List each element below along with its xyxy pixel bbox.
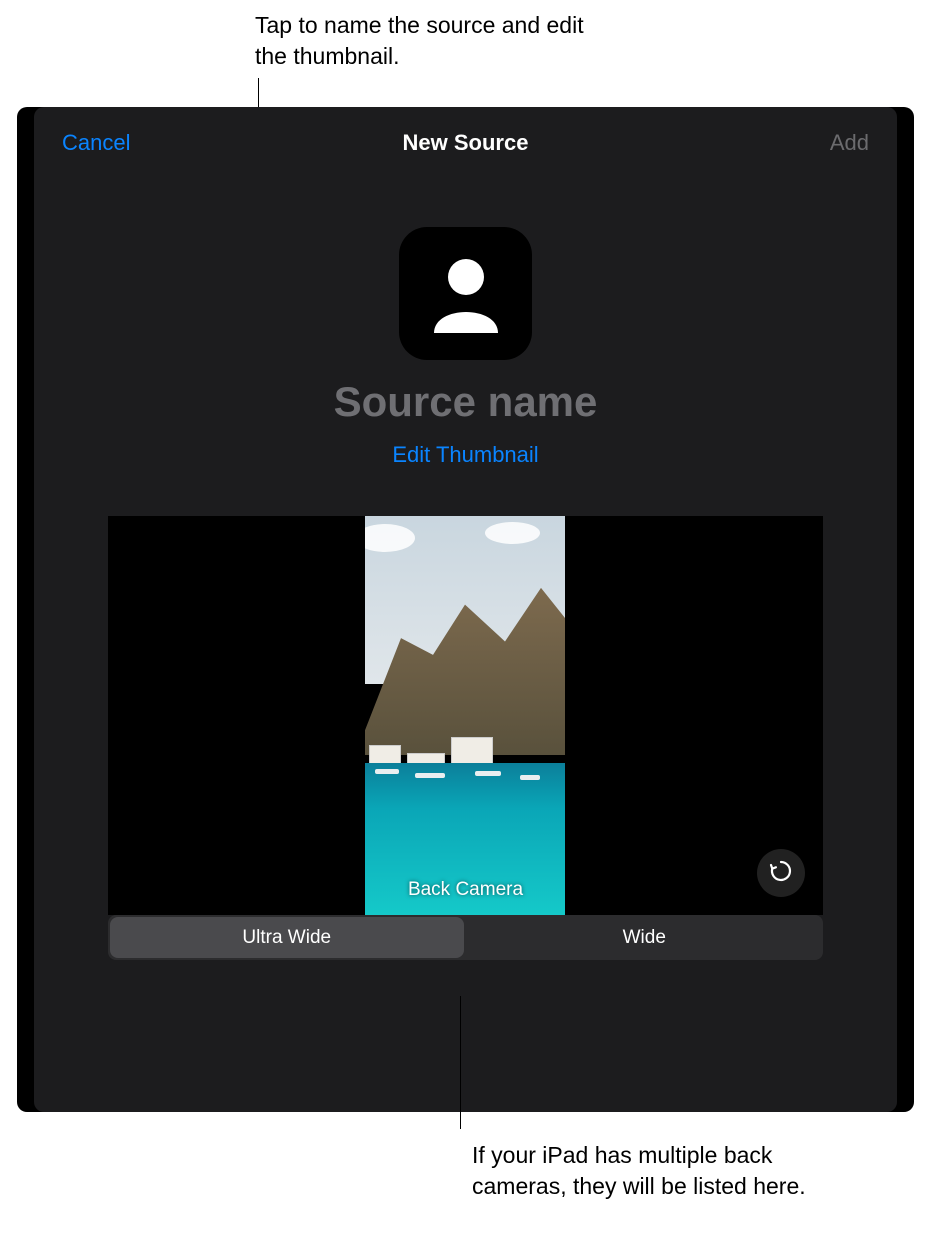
person-icon [430, 255, 502, 333]
edit-thumbnail-button[interactable]: Edit Thumbnail [34, 442, 897, 468]
source-name-field[interactable]: Source name [34, 378, 897, 426]
flip-camera-button[interactable] [757, 849, 805, 897]
callout-top: Tap to name the source and edit the thum… [255, 10, 615, 72]
camera-preview: Back Camera [108, 516, 823, 915]
documentation-figure: Tap to name the source and edit the thum… [0, 0, 931, 1245]
navigation-bar: Cancel New Source Add [34, 107, 897, 179]
callout-bottom: If your iPad has multiple back cameras, … [472, 1140, 832, 1202]
camera-lens-segmented-control: Ultra Wide Wide [108, 915, 823, 960]
add-button[interactable]: Add [830, 107, 869, 179]
device-frame: Cancel New Source Add Source name Edit T… [17, 107, 914, 1112]
segment-ultra-wide[interactable]: Ultra Wide [110, 917, 464, 958]
thumbnail-placeholder[interactable] [399, 227, 532, 360]
modal-sheet: Cancel New Source Add Source name Edit T… [34, 107, 897, 1112]
segment-wide[interactable]: Wide [468, 917, 822, 958]
preview-image [365, 516, 565, 915]
camera-label: Back Camera [108, 879, 823, 901]
flip-camera-icon [767, 857, 795, 890]
modal-title: New Source [403, 130, 529, 156]
cancel-button[interactable]: Cancel [62, 107, 130, 179]
leader-line [460, 996, 461, 1129]
